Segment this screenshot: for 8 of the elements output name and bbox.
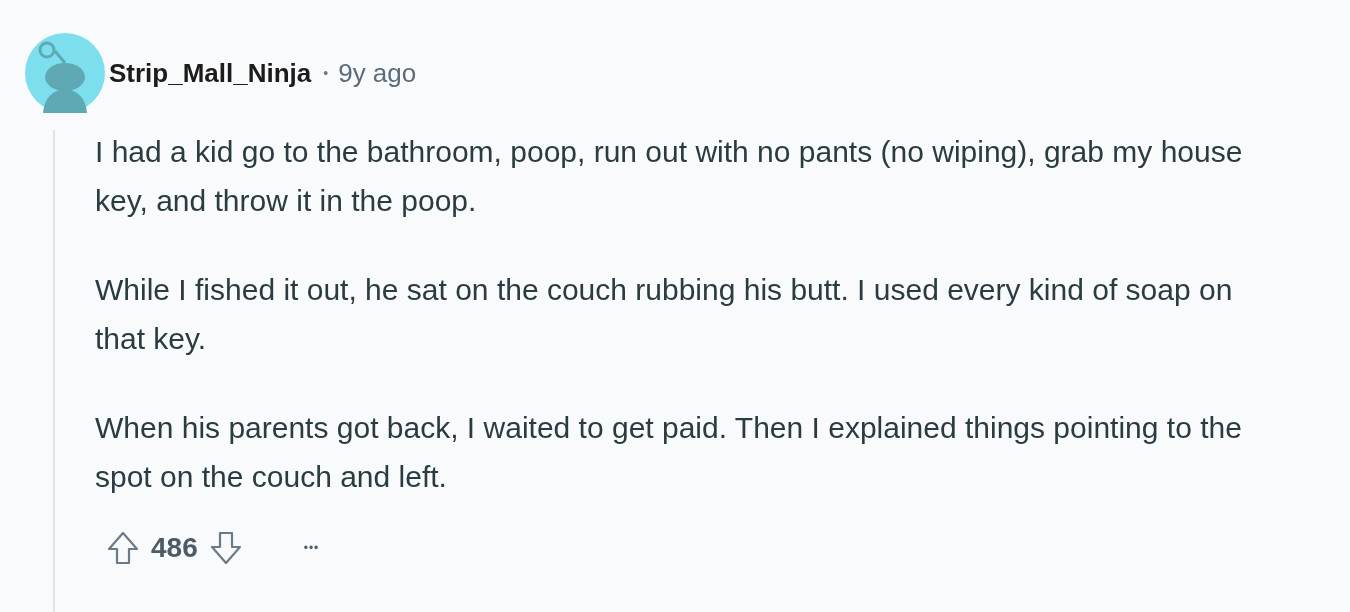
comment-paragraph: While I fished it out, he sat on the couch rubbing his butt. I used every kind of soap on that key.: [95, 272, 1234, 357]
comment-age: 9y ago: [338, 56, 417, 90]
comment-paragraph: I had a kid go to the bathroom, poop, run out with no pants (no wiping), grab my house key, and throw it in the poop.: [95, 134, 1244, 219]
more-options-button[interactable]: •••: [303, 539, 320, 557]
separator-dot: •: [323, 63, 329, 83]
username[interactable]: Strip_Mall_Ninja: [109, 53, 312, 93]
comment-paragraph: When his parents got back, I waited to get paid. Then I explained things pointing to the spot on the couch and left.: [95, 410, 1243, 495]
vote-count: 486: [151, 531, 198, 565]
